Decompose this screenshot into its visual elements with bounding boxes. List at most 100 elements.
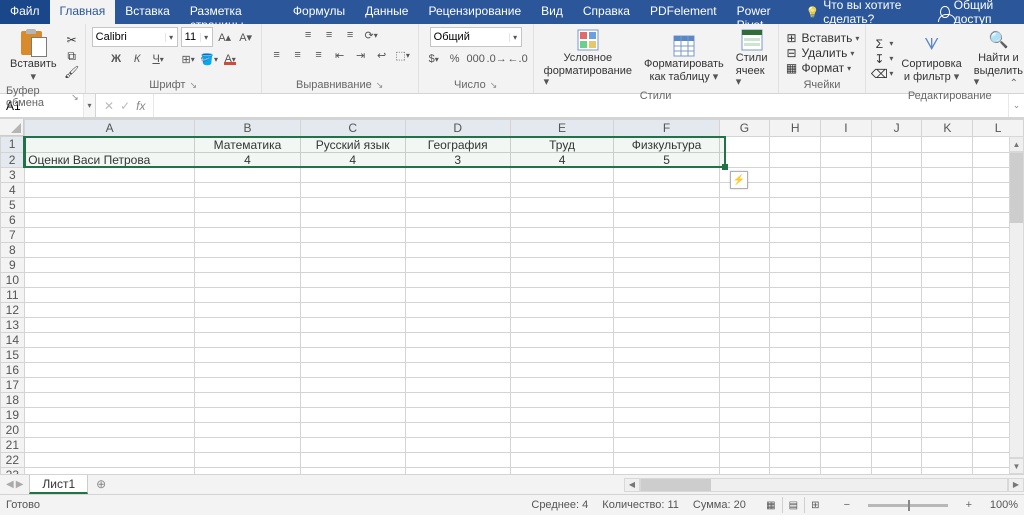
- cell-F20[interactable]: [614, 422, 719, 437]
- cell-D12[interactable]: [405, 302, 510, 317]
- row-header-4[interactable]: 4: [1, 182, 25, 197]
- cell-I9[interactable]: [821, 257, 872, 272]
- cell-A22[interactable]: [24, 452, 195, 467]
- row-header-16[interactable]: 16: [1, 362, 25, 377]
- cell-I4[interactable]: [821, 182, 872, 197]
- cell-I8[interactable]: [821, 242, 872, 257]
- cell-K3[interactable]: [922, 167, 973, 182]
- cell-F7[interactable]: [614, 227, 719, 242]
- vertical-scrollbar[interactable]: ▲ ▼: [1009, 136, 1024, 474]
- row-header-18[interactable]: 18: [1, 392, 25, 407]
- borders-button[interactable]: ⊞ ▾: [179, 51, 197, 67]
- row-header-9[interactable]: 9: [1, 257, 25, 272]
- cell-H7[interactable]: [770, 227, 821, 242]
- cell-I23[interactable]: [821, 467, 872, 474]
- cell-B5[interactable]: [195, 197, 300, 212]
- column-header-L[interactable]: L: [973, 120, 1024, 137]
- cell-J4[interactable]: [871, 182, 922, 197]
- cell-E18[interactable]: [510, 392, 614, 407]
- cell-J20[interactable]: [871, 422, 922, 437]
- cell-B12[interactable]: [195, 302, 300, 317]
- cell-I2[interactable]: [821, 152, 872, 167]
- cell-D14[interactable]: [405, 332, 510, 347]
- cell-C13[interactable]: [300, 317, 405, 332]
- cell-J6[interactable]: [871, 212, 922, 227]
- cell-F15[interactable]: [614, 347, 719, 362]
- cell-I3[interactable]: [821, 167, 872, 182]
- hscroll-track[interactable]: [640, 478, 1008, 492]
- cell-J17[interactable]: [871, 377, 922, 392]
- cell-G5[interactable]: [719, 197, 770, 212]
- cell-J22[interactable]: [871, 452, 922, 467]
- align-left-button[interactable]: ≡: [268, 47, 286, 63]
- cell-D4[interactable]: [405, 182, 510, 197]
- column-header-F[interactable]: F: [614, 120, 719, 137]
- cell-K6[interactable]: [922, 212, 973, 227]
- tab-help[interactable]: Справка: [573, 0, 640, 24]
- cell-G1[interactable]: [719, 137, 770, 153]
- formula-input[interactable]: [154, 94, 1008, 117]
- cell-F6[interactable]: [614, 212, 719, 227]
- autosum-button[interactable]: Σ▾: [872, 37, 893, 51]
- hscroll-thumb[interactable]: [641, 479, 711, 491]
- tab-file[interactable]: Файл: [0, 0, 50, 24]
- cell-I18[interactable]: [821, 392, 872, 407]
- number-format-combo[interactable]: ▾: [430, 27, 522, 47]
- cell-G23[interactable]: [719, 467, 770, 474]
- cell-D11[interactable]: [405, 287, 510, 302]
- insert-cells-button[interactable]: ⊞Вставить ▾: [785, 31, 860, 45]
- cell-C23[interactable]: [300, 467, 405, 474]
- cell-H17[interactable]: [770, 377, 821, 392]
- cell-A13[interactable]: [24, 317, 195, 332]
- sort-filter-button[interactable]: ᗐ Сортировка и фильтр ▾: [897, 33, 965, 85]
- cell-D1[interactable]: География: [405, 137, 510, 153]
- row-header-19[interactable]: 19: [1, 407, 25, 422]
- cell-K1[interactable]: [922, 137, 973, 153]
- cell-J18[interactable]: [871, 392, 922, 407]
- cell-K12[interactable]: [922, 302, 973, 317]
- cell-A10[interactable]: [24, 272, 195, 287]
- cell-B10[interactable]: [195, 272, 300, 287]
- cell-E23[interactable]: [510, 467, 614, 474]
- cell-G16[interactable]: [719, 362, 770, 377]
- cell-E6[interactable]: [510, 212, 614, 227]
- cell-K22[interactable]: [922, 452, 973, 467]
- cell-J16[interactable]: [871, 362, 922, 377]
- cell-H18[interactable]: [770, 392, 821, 407]
- cell-G18[interactable]: [719, 392, 770, 407]
- cell-A4[interactable]: [24, 182, 195, 197]
- cell-A1[interactable]: [24, 137, 195, 153]
- cell-E7[interactable]: [510, 227, 614, 242]
- cell-I10[interactable]: [821, 272, 872, 287]
- cell-G13[interactable]: [719, 317, 770, 332]
- cell-H3[interactable]: [770, 167, 821, 182]
- cell-H9[interactable]: [770, 257, 821, 272]
- cell-E5[interactable]: [510, 197, 614, 212]
- cell-J11[interactable]: [871, 287, 922, 302]
- cell-K17[interactable]: [922, 377, 973, 392]
- cell-B15[interactable]: [195, 347, 300, 362]
- cell-E4[interactable]: [510, 182, 614, 197]
- cell-A18[interactable]: [24, 392, 195, 407]
- vscroll-track[interactable]: [1009, 152, 1024, 458]
- tab-data[interactable]: Данные: [355, 0, 418, 24]
- column-header-C[interactable]: C: [300, 120, 405, 137]
- cell-B13[interactable]: [195, 317, 300, 332]
- cell-H11[interactable]: [770, 287, 821, 302]
- cell-J1[interactable]: [871, 137, 922, 153]
- cell-G7[interactable]: [719, 227, 770, 242]
- cell-G17[interactable]: [719, 377, 770, 392]
- clear-button[interactable]: ⌫▾: [872, 67, 893, 81]
- cell-C8[interactable]: [300, 242, 405, 257]
- cell-B6[interactable]: [195, 212, 300, 227]
- cell-A3[interactable]: [24, 167, 195, 182]
- cell-J3[interactable]: [871, 167, 922, 182]
- row-header-5[interactable]: 5: [1, 197, 25, 212]
- cell-F8[interactable]: [614, 242, 719, 257]
- cell-B23[interactable]: [195, 467, 300, 474]
- cell-B18[interactable]: [195, 392, 300, 407]
- cell-C21[interactable]: [300, 437, 405, 452]
- cell-D8[interactable]: [405, 242, 510, 257]
- cell-D7[interactable]: [405, 227, 510, 242]
- cell-E11[interactable]: [510, 287, 614, 302]
